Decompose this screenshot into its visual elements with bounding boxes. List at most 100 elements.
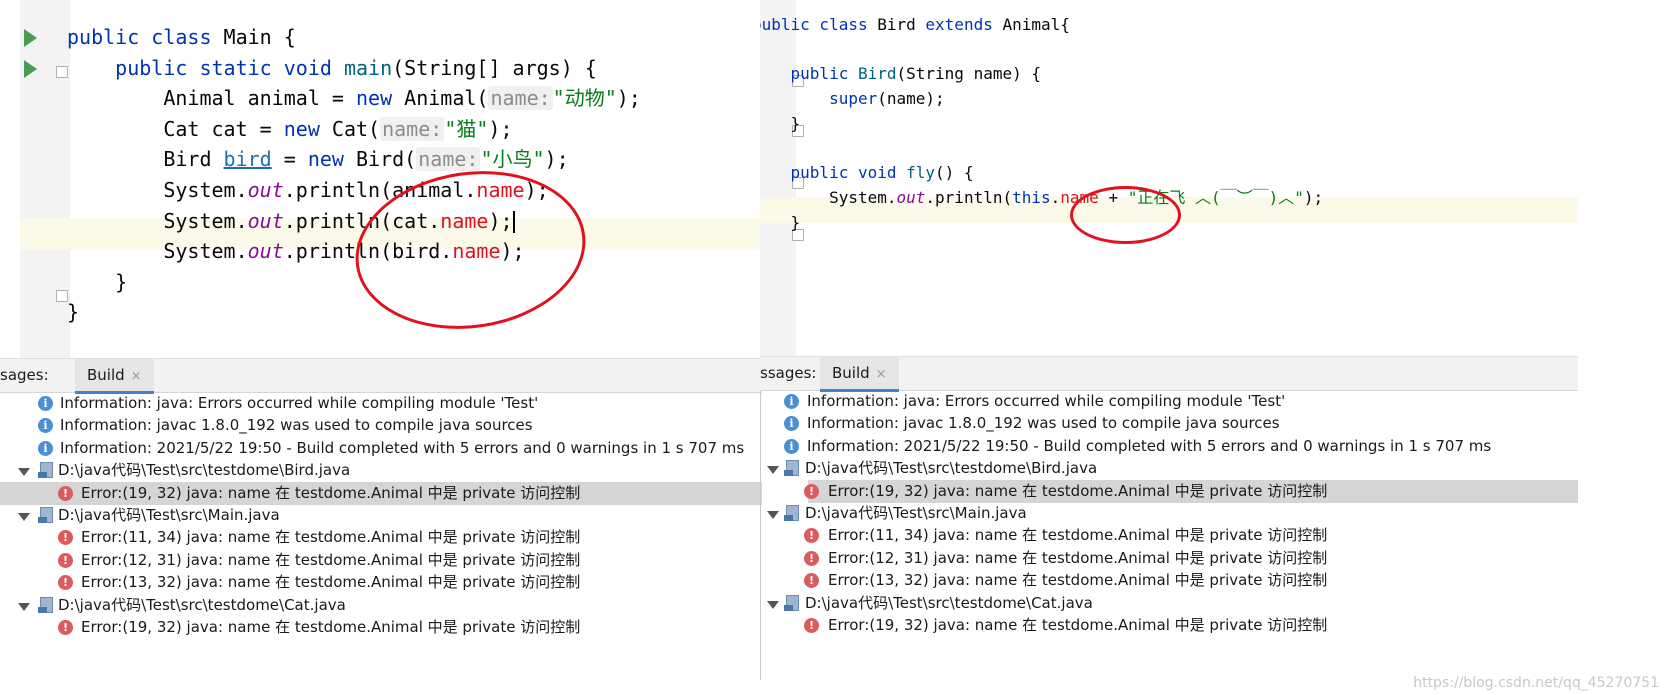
info-icon: i bbox=[784, 438, 799, 454]
build-tab-label: Build bbox=[832, 364, 870, 382]
code-token: .println( bbox=[925, 187, 1013, 207]
code-token: ); bbox=[1303, 187, 1324, 207]
code-token: Animal( bbox=[404, 86, 489, 111]
error-icon: ! bbox=[804, 550, 819, 566]
code-line[interactable]: public Bird(String name) { bbox=[760, 61, 1041, 87]
watermark: https://blog.csdn.net/qq_45270751 bbox=[1413, 675, 1659, 691]
code-token: } bbox=[67, 300, 80, 325]
code-token: this bbox=[1012, 187, 1051, 207]
file-tree-row[interactable]: D:\java代码\Test\src\Main.java bbox=[767, 502, 1578, 525]
message-row[interactable]: ! Error:(12, 31) java: name 在 testdome.An… bbox=[0, 549, 762, 572]
code-line[interactable]: } bbox=[67, 266, 127, 298]
file-tree-row[interactable]: D:\java代码\Test\src\testdome\Bird.java bbox=[0, 459, 762, 482]
run-class-icon[interactable] bbox=[24, 29, 37, 47]
message-row[interactable]: ! Error:(19, 32) java: name 在 testdome.An… bbox=[804, 479, 1578, 503]
message-row[interactable]: i Information: javac 1.8.0_192 was used t… bbox=[0, 414, 762, 437]
parameter-hint: name: bbox=[488, 86, 553, 111]
info-icon: i bbox=[38, 440, 53, 456]
info-icon: i bbox=[38, 418, 53, 434]
message-row[interactable]: ! Error:(13, 32) java: name 在 testdome.An… bbox=[0, 571, 762, 594]
message-text: Information: 2021/5/22 19:50 - Build com… bbox=[60, 438, 745, 457]
left-panel: public class Main { public static void m… bbox=[0, 0, 762, 695]
code-token: Bird bbox=[67, 147, 224, 172]
code-line[interactable]: } bbox=[760, 111, 801, 137]
code-token: Bird bbox=[857, 64, 897, 84]
code-line[interactable]: public class Bird extends Animal{ bbox=[760, 12, 1070, 38]
chevron-down-icon[interactable] bbox=[18, 468, 30, 477]
file-tree-row[interactable]: D:\java代码\Test\src\testdome\Bird.java bbox=[767, 457, 1578, 480]
code-line[interactable]: super(name); bbox=[760, 86, 945, 112]
file-tree-row[interactable]: D:\java代码\Test\src\testdome\Cat.java bbox=[0, 594, 762, 617]
message-row[interactable]: i Information: java: Errors occurred whil… bbox=[0, 392, 762, 415]
message-row[interactable]: ! Error:(19, 32) java: name 在 testdome.An… bbox=[0, 616, 762, 639]
code-token: (String[] args) { bbox=[392, 55, 597, 80]
message-text: D:\java代码\Test\src\testdome\Cat.java bbox=[58, 595, 346, 614]
code-token: } bbox=[790, 212, 801, 232]
chevron-down-icon[interactable] bbox=[18, 602, 30, 611]
message-row[interactable]: ! Error:(11, 34) java: name 在 testdome.An… bbox=[0, 526, 762, 549]
message-text: Information: javac 1.8.0_192 was used to… bbox=[60, 416, 533, 435]
java-file-icon bbox=[784, 460, 800, 477]
message-text: Error:(12, 31) java: name 在 testdome.Ani… bbox=[828, 548, 1328, 567]
code-token: main bbox=[343, 55, 393, 80]
message-text: Information: javac 1.8.0_192 was used to… bbox=[807, 414, 1280, 433]
error-icon: ! bbox=[58, 552, 73, 568]
code-line[interactable]: } bbox=[67, 296, 79, 328]
message-row[interactable]: i Information: 2021/5/22 19:50 - Build co… bbox=[784, 435, 1578, 458]
java-file-icon bbox=[784, 594, 800, 611]
code-token: Cat( bbox=[331, 116, 381, 141]
message-row[interactable]: i Information: javac 1.8.0_192 was used t… bbox=[784, 412, 1578, 435]
error-icon: ! bbox=[804, 573, 819, 589]
code-line[interactable]: public class Main { bbox=[67, 21, 296, 53]
code-editor[interactable]: public class Main { public static void m… bbox=[0, 0, 762, 358]
message-text: Error:(11, 34) java: name 在 testdome.Ani… bbox=[828, 526, 1328, 545]
code-line[interactable]: Animal animal = new Animal(name: "动物"); bbox=[67, 82, 641, 114]
message-row[interactable]: ! Error:(19, 32) java: name 在 testdome.An… bbox=[804, 614, 1578, 637]
run-main-icon[interactable] bbox=[24, 60, 37, 78]
message-row[interactable]: ! Error:(11, 34) java: name 在 testdome.An… bbox=[804, 524, 1578, 547]
file-tree-row[interactable]: D:\java代码\Test\src\testdome\Cat.java bbox=[767, 592, 1578, 615]
error-icon: ! bbox=[58, 530, 73, 546]
info-icon: i bbox=[784, 416, 799, 432]
code-token: . bbox=[1050, 187, 1061, 207]
chevron-down-icon[interactable] bbox=[767, 600, 779, 609]
code-token: Animal animal = bbox=[67, 86, 356, 111]
message-row[interactable]: ! Error:(12, 31) java: name 在 testdome.An… bbox=[804, 547, 1578, 570]
message-row[interactable]: ! Error:(19, 32) java: name 在 testdome.An… bbox=[0, 481, 762, 505]
message-text: D:\java代码\Test\src\testdome\Bird.java bbox=[805, 459, 1098, 478]
code-line[interactable]: System.out.println(this.name + "正在飞 ︿(￣︶… bbox=[760, 185, 1323, 211]
code-line[interactable]: public static void main(String[] args) { bbox=[67, 52, 597, 84]
code-token: Animal{ bbox=[1002, 15, 1070, 34]
messages-tab-label[interactable]: ssages: bbox=[760, 364, 816, 382]
messages-tab-label[interactable]: sages: bbox=[0, 366, 49, 384]
code-token: public bbox=[790, 64, 858, 84]
close-icon[interactable]: × bbox=[131, 369, 142, 384]
code-token: Main { bbox=[223, 25, 296, 49]
message-text: Error:(13, 32) java: name 在 testdome.Ani… bbox=[828, 571, 1328, 590]
code-token: () { bbox=[935, 163, 974, 183]
message-row[interactable]: i Information: 2021/5/22 19:50 - Build co… bbox=[0, 437, 762, 460]
chevron-down-icon[interactable] bbox=[767, 511, 779, 519]
error-icon: ! bbox=[58, 575, 73, 591]
error-icon: ! bbox=[804, 483, 819, 499]
code-editor[interactable]: public class Bird extends Animal{ public… bbox=[760, 0, 1578, 356]
tab-build[interactable]: Build × bbox=[75, 359, 154, 394]
message-row[interactable]: ! Error:(13, 32) java: name 在 testdome.An… bbox=[804, 569, 1578, 592]
chevron-down-icon[interactable] bbox=[18, 513, 30, 521]
code-token: out bbox=[247, 178, 284, 202]
chevron-down-icon[interactable] bbox=[767, 466, 779, 475]
code-token: } bbox=[790, 113, 801, 133]
code-line[interactable]: } bbox=[760, 210, 801, 236]
java-file-icon bbox=[38, 507, 54, 523]
java-file-icon bbox=[38, 596, 54, 613]
code-line[interactable]: } bbox=[760, 234, 762, 260]
code-line[interactable]: public void fly() { bbox=[760, 160, 974, 186]
message-row[interactable]: i Information: java: Errors occurred whil… bbox=[784, 390, 1578, 413]
close-icon[interactable]: × bbox=[876, 367, 887, 382]
tab-build[interactable]: Build × bbox=[820, 357, 899, 392]
code-token: } bbox=[67, 269, 128, 294]
file-tree-row[interactable]: D:\java代码\Test\src\Main.java bbox=[0, 504, 762, 527]
code-line[interactable]: Cat cat = new Cat(name: "猫"); bbox=[67, 113, 513, 145]
